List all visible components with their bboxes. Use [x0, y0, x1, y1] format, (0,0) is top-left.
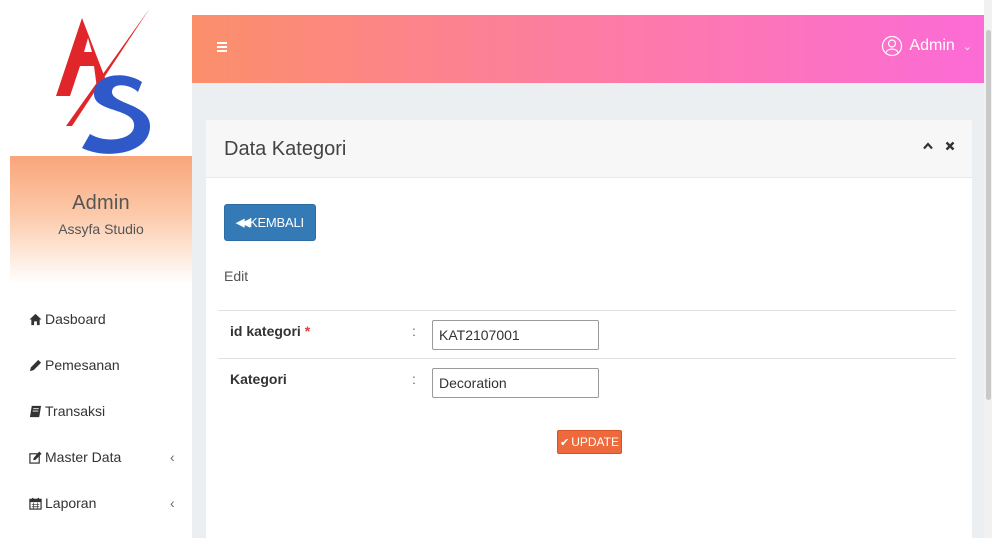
required-mark: *: [304, 323, 311, 339]
close-icon[interactable]: [944, 140, 956, 152]
form-row-kategori: Kategori :: [218, 358, 956, 406]
chevron-left-icon: ‹: [170, 449, 175, 465]
sidebar-item-transaksi[interactable]: Transaksi: [28, 388, 188, 434]
top-navbar: Admin ⌄: [192, 15, 984, 83]
sidebar-nav: Dasboard Pemesanan Transaksi Master Data…: [28, 296, 188, 526]
panel-header: Data Kategori: [206, 120, 972, 178]
collapse-icon[interactable]: [922, 140, 934, 152]
brand-logo: [56, 8, 150, 154]
update-button[interactable]: ✔ UPDATE: [557, 430, 622, 454]
edit-icon: [28, 450, 42, 464]
kembali-button[interactable]: ◀◀ KEMBALI: [224, 204, 316, 241]
profile-name: Admin: [72, 192, 130, 214]
kategori-label: Kategori: [230, 371, 287, 387]
update-label: UPDATE: [571, 435, 619, 449]
sidebar-item-label: Master Data: [45, 449, 122, 465]
kategori-input[interactable]: [432, 368, 599, 398]
profile-studio: Assyfa Studio: [58, 221, 144, 237]
user-name: Admin: [909, 37, 955, 54]
sidebar-item-label: Laporan: [45, 495, 97, 511]
pencil-icon: [28, 358, 42, 372]
book-icon: [28, 404, 42, 418]
hamburger-menu-icon[interactable]: [217, 42, 227, 52]
sidebar-item-master-data[interactable]: Master Data ‹: [28, 434, 188, 480]
check-icon: ✔: [559, 436, 570, 449]
sidebar: Admin Assyfa Studio Dasboard Pemesanan T…: [0, 0, 192, 538]
page-title: Data Kategori: [224, 138, 347, 160]
chevron-down-icon: ⌄: [962, 40, 972, 53]
id-kategori-input[interactable]: [432, 320, 599, 350]
kembali-label: KEMBALI: [248, 215, 304, 230]
colon-separator: :: [412, 323, 416, 339]
sidebar-item-dasboard[interactable]: Dasboard: [28, 296, 188, 342]
sidebar-item-laporan[interactable]: Laporan ‹: [28, 480, 188, 526]
colon-separator: :: [412, 371, 416, 387]
chevron-left-icon: ‹: [170, 495, 175, 511]
user-menu[interactable]: Admin ⌄: [881, 35, 972, 57]
scrollbar-thumb[interactable]: [986, 30, 991, 400]
sidebar-item-label: Transaksi: [45, 403, 106, 419]
panel-tools: [922, 140, 956, 152]
calendar-icon: [28, 496, 42, 510]
profile-card: Admin Assyfa Studio: [10, 156, 192, 284]
data-kategori-panel: Data Kategori ◀◀ KEMBALI Edit id kategor…: [206, 120, 972, 538]
sidebar-item-pemesanan[interactable]: Pemesanan: [28, 342, 188, 388]
home-icon: [28, 312, 42, 326]
id-kategori-label-text: id kategori: [230, 323, 301, 339]
user-icon: [882, 35, 903, 57]
form-row-id-kategori: id kategori * :: [218, 310, 956, 358]
double-chevron-left-icon: ◀◀: [236, 217, 250, 229]
edit-label: Edit: [224, 268, 249, 284]
sidebar-item-label: Dasboard: [45, 311, 106, 327]
sidebar-item-label: Pemesanan: [45, 357, 120, 373]
id-kategori-label: id kategori *: [230, 323, 310, 339]
